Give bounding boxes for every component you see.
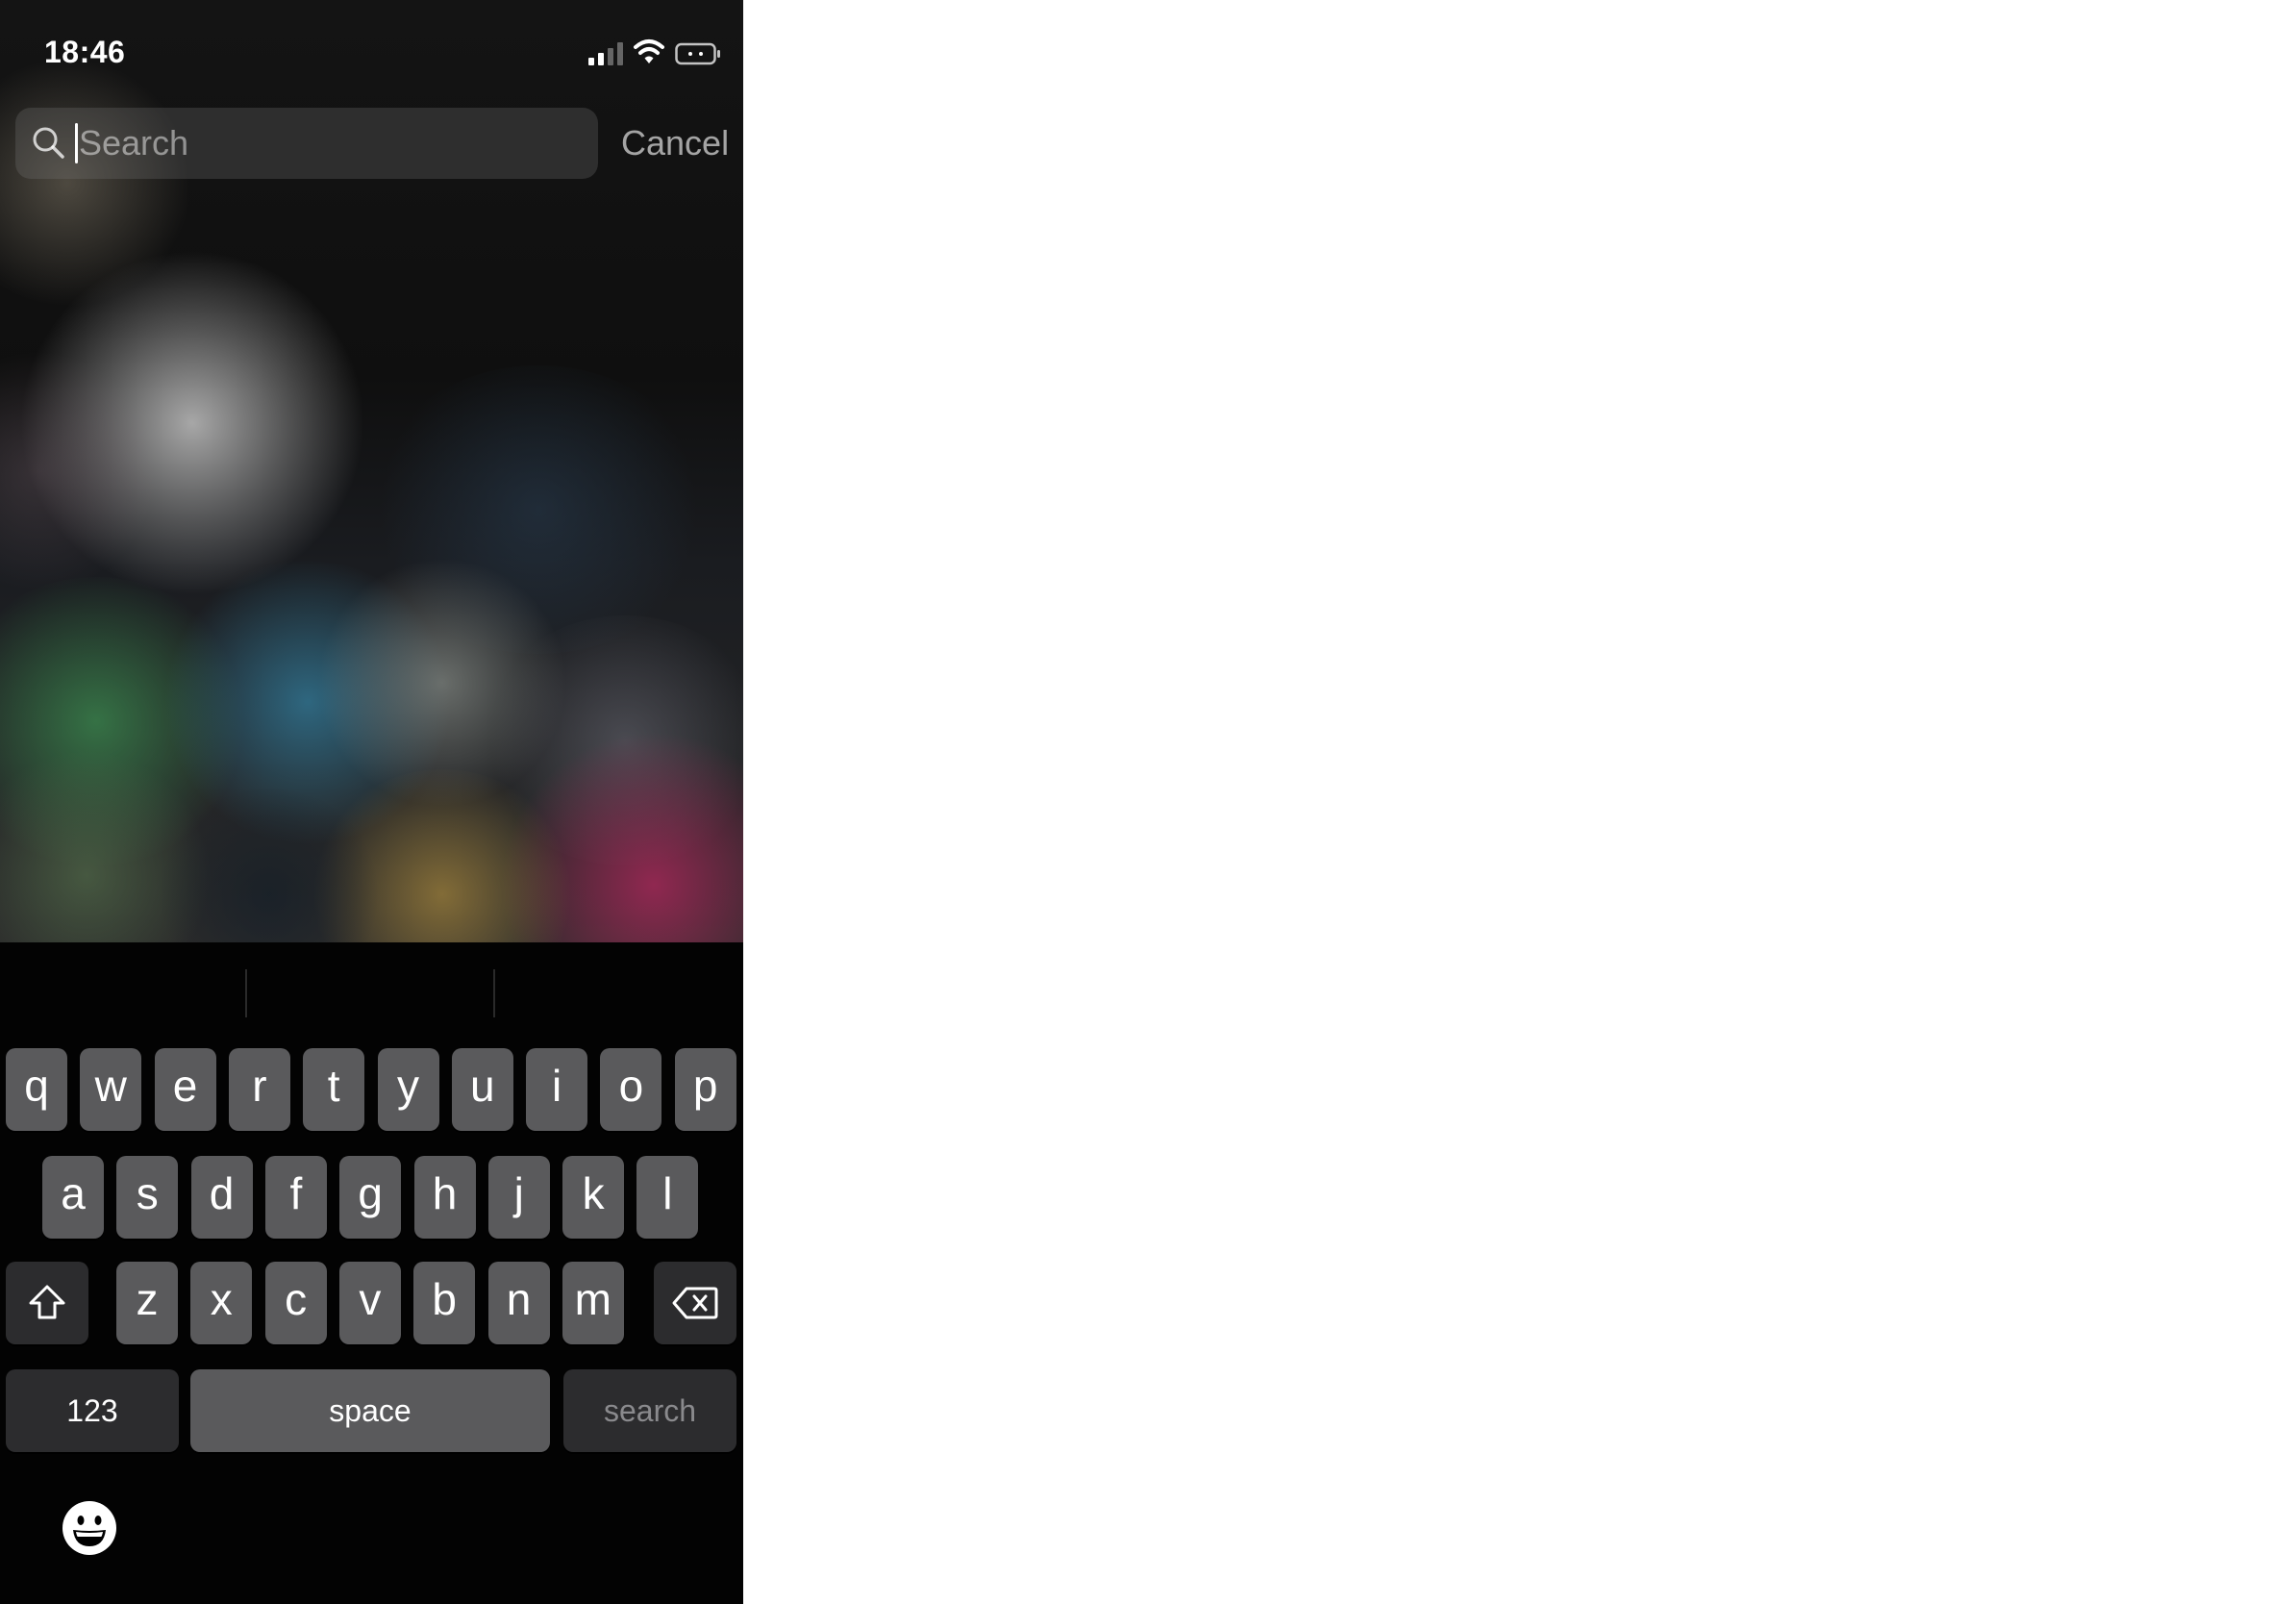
key-o[interactable]: o [600, 1048, 662, 1131]
search-key[interactable]: search [563, 1369, 736, 1452]
delete-icon [672, 1287, 718, 1319]
key-b[interactable]: b [413, 1262, 476, 1344]
shift-icon [29, 1285, 65, 1319]
search-field[interactable] [15, 108, 598, 179]
keyboard: qwertyuiop asdfghjkl zxcvbnm 123 space sea… [0, 942, 743, 1604]
prediction-divider [245, 969, 247, 1017]
key-c[interactable]: c [264, 1262, 327, 1344]
battery-icon [675, 42, 720, 65]
delete-key[interactable] [654, 1262, 736, 1344]
key-g[interactable]: g [339, 1156, 402, 1239]
key-z[interactable]: z [116, 1262, 178, 1344]
key-f[interactable]: f [264, 1156, 327, 1239]
space-key[interactable]: space [190, 1369, 550, 1452]
key-x[interactable]: x [190, 1262, 253, 1344]
key-n[interactable]: n [487, 1262, 550, 1344]
key-p[interactable]: p [674, 1048, 736, 1131]
key-w[interactable]: w [80, 1048, 142, 1131]
key-t[interactable]: t [303, 1048, 365, 1131]
numbers-key[interactable]: 123 [6, 1369, 179, 1452]
key-j[interactable]: j [487, 1156, 550, 1239]
key-v[interactable]: v [338, 1262, 401, 1344]
search-input[interactable] [75, 108, 579, 179]
phone-screen: 18:46 Cancel qwertyuiop asdfgh [0, 0, 743, 1604]
emoji-icon[interactable] [62, 1500, 117, 1556]
key-u[interactable]: u [451, 1048, 513, 1131]
key-e[interactable]: e [154, 1048, 216, 1131]
signal-icon [588, 42, 625, 65]
wifi-icon [634, 39, 664, 63]
key-a[interactable]: a [42, 1156, 104, 1239]
key-i[interactable]: i [526, 1048, 588, 1131]
key-r[interactable]: r [228, 1048, 290, 1131]
key-q[interactable]: q [6, 1048, 67, 1131]
cancel-button[interactable]: Cancel [621, 121, 729, 165]
shift-key[interactable] [6, 1262, 88, 1344]
key-y[interactable]: y [377, 1048, 439, 1131]
key-k[interactable]: k [562, 1156, 625, 1239]
search-icon [33, 127, 64, 159]
key-h[interactable]: h [413, 1156, 476, 1239]
prediction-divider [493, 969, 495, 1017]
key-s[interactable]: s [116, 1156, 179, 1239]
status-bar: 18:46 [0, 0, 743, 106]
status-time: 18:46 [44, 35, 126, 69]
key-m[interactable]: m [562, 1262, 624, 1344]
key-d[interactable]: d [190, 1156, 253, 1239]
key-l[interactable]: l [636, 1156, 699, 1239]
